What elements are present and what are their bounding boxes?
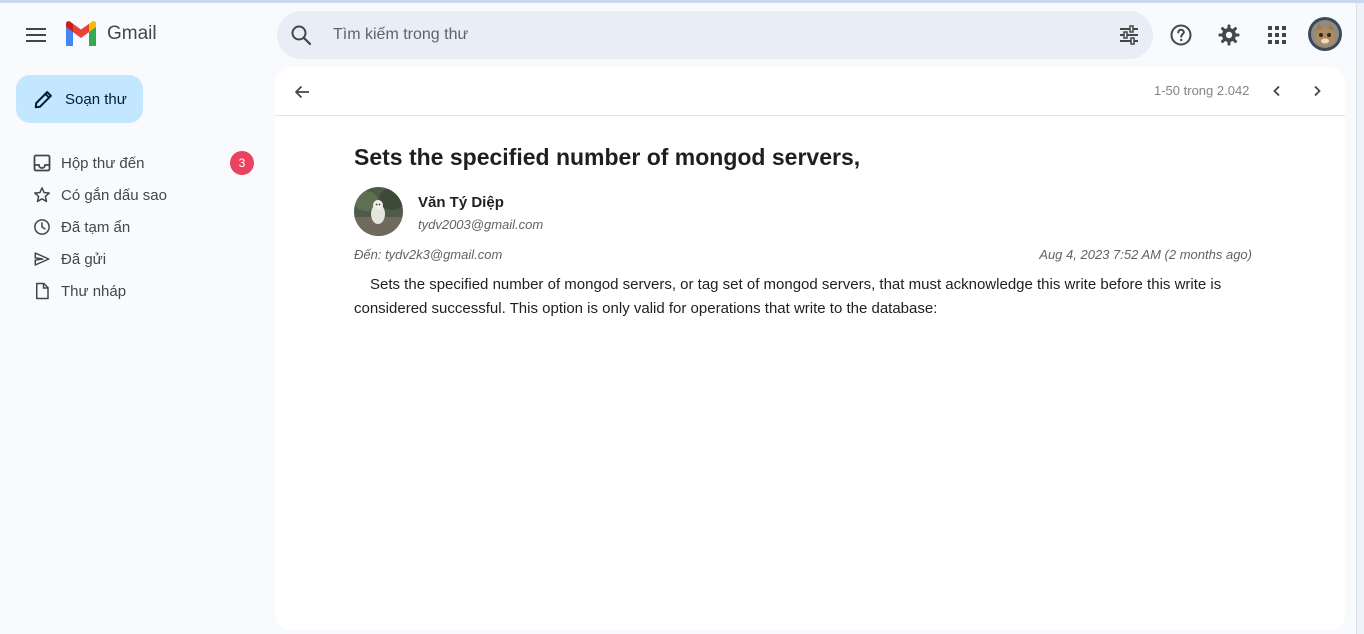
next-page-button[interactable]: [1305, 79, 1329, 103]
star-icon: [34, 187, 50, 203]
scrollbar[interactable]: [1356, 3, 1364, 634]
sidebar-item-snoozed[interactable]: Đã tạm ẩn: [0, 211, 270, 243]
sidebar-item-inbox[interactable]: Hộp thư đến 3: [0, 147, 270, 179]
search-options-icon[interactable]: [1117, 23, 1141, 47]
unread-count-badge: 3: [230, 151, 254, 175]
email-toolbar: 1-50 trong 2.042: [275, 67, 1345, 116]
help-icon: [1170, 24, 1192, 46]
search-bar[interactable]: [277, 11, 1153, 59]
compose-button[interactable]: Soạn thư: [16, 75, 143, 123]
chevron-right-icon: [1314, 85, 1321, 97]
email-date: Aug 4, 2023 7:52 AM (2 months ago): [1039, 247, 1252, 262]
clock-icon: [34, 219, 50, 235]
arrow-back-icon: [295, 85, 309, 99]
gear-icon: [1218, 24, 1240, 46]
previous-page-button[interactable]: [1265, 79, 1289, 103]
sidebar-item-starred[interactable]: Có gắn dấu sao: [0, 179, 270, 211]
compose-label: Soạn thư: [65, 90, 127, 108]
sidebar-item-sent[interactable]: Đã gửi: [0, 243, 270, 275]
inbox-icon: [33, 154, 51, 172]
recipient-line: Đến: tydv2k3@gmail.com: [354, 247, 503, 262]
sender-name: Văn Tý Diệp: [418, 194, 504, 211]
sender-avatar-image: [354, 187, 403, 236]
sidebar-item-label: Đã gửi: [61, 250, 107, 268]
hamburger-menu-icon: [26, 28, 46, 42]
gmail-logo[interactable]: Gmail: [64, 21, 157, 47]
apps-button[interactable]: [1257, 15, 1297, 55]
main-menu-button[interactable]: [16, 15, 56, 55]
help-button[interactable]: [1161, 15, 1201, 55]
gmail-m-icon: [66, 21, 96, 46]
pagination-count: 1-50 trong 2.042: [1154, 83, 1250, 98]
pencil-icon: [34, 91, 52, 109]
sidebar-item-label: Đã tạm ẩn: [61, 218, 131, 236]
search-input[interactable]: [333, 23, 1093, 47]
account-avatar-image: [1308, 17, 1342, 51]
draft-icon: [36, 282, 49, 300]
sender-avatar[interactable]: [354, 187, 403, 236]
email-subject: Sets the specified number of mongod serv…: [354, 144, 861, 170]
sidebar-item-drafts[interactable]: Thư nháp: [0, 275, 270, 307]
sidebar-item-label: Hộp thư đến: [61, 154, 145, 172]
sidebar-item-label: Có gắn dấu sao: [61, 186, 167, 204]
search-icon[interactable]: [289, 23, 313, 47]
chevron-left-icon: [1273, 85, 1280, 97]
back-button[interactable]: [287, 77, 317, 107]
app-name: Gmail: [107, 23, 157, 44]
sidebar-item-label: Thư nháp: [61, 282, 127, 300]
settings-button[interactable]: [1209, 15, 1249, 55]
apps-grid-icon: [1268, 26, 1286, 44]
email-body: Sets the specified number of mongod serv…: [354, 276, 1222, 317]
header: Gmail: [0, 3, 1356, 67]
email-view-panel: 1-50 trong 2.042 Sets the specified numb…: [275, 67, 1345, 630]
account-avatar[interactable]: [1308, 17, 1342, 51]
sender-email: tydv2003@gmail.com: [418, 217, 544, 232]
send-icon: [34, 252, 50, 266]
sidebar-nav: Hộp thư đến 3 Có gắn dấu sao Đã tạm ẩn Đ…: [0, 147, 270, 307]
